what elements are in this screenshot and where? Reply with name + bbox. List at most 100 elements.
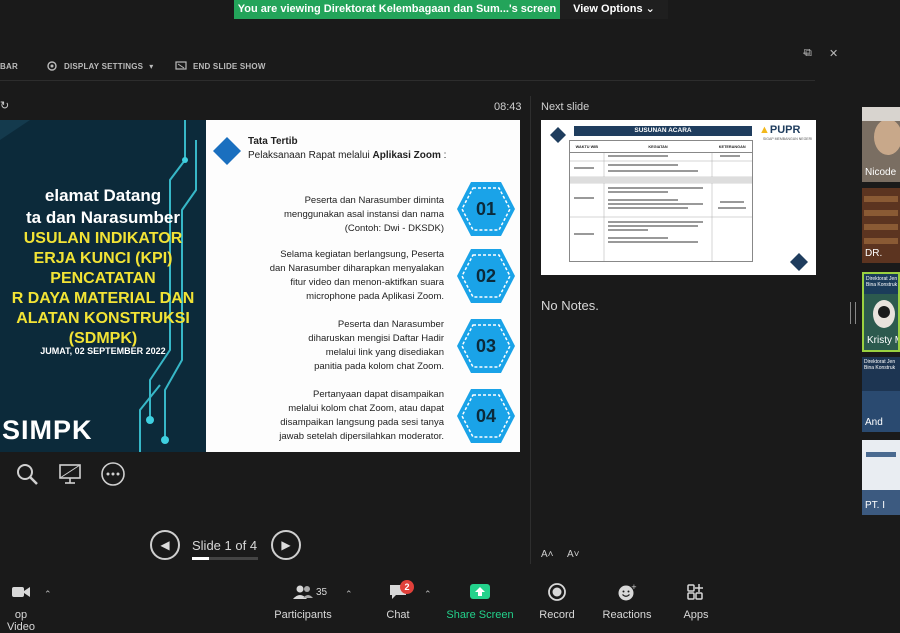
toolbar-bar-label: BAR — [0, 61, 18, 71]
rule-line: diharuskan mengisi Daftar Hadir — [308, 333, 444, 344]
reactions-icon: + — [618, 583, 637, 601]
rule-line: melalui link yang disediakan — [325, 347, 444, 358]
rule-line: disampaikan langsung pada sesi tanya — [280, 417, 444, 428]
participant-thumb-active[interactable]: Direktorat Jen Bina Konstruk Kristy M — [862, 272, 900, 352]
refresh-icon[interactable]: ↻ — [0, 99, 9, 112]
black-screen-icon[interactable] — [58, 462, 82, 486]
view-options-button[interactable]: View Options ⌄ — [560, 0, 668, 19]
more-options-icon[interactable] — [101, 462, 125, 486]
apps-label: Apps — [683, 609, 709, 621]
participant-name: And — [865, 417, 883, 428]
video-camera-icon — [12, 587, 30, 597]
participant-thumb[interactable]: Direktorat Jen Bina Konstruk And — [862, 357, 900, 432]
rule-line: Selama kegiatan berlangsung, Peserta — [280, 249, 444, 260]
previous-slide-button[interactable]: ◀ — [150, 530, 180, 560]
display-settings-label: DISPLAY SETTINGS — [64, 61, 144, 71]
share-screen-icon — [470, 584, 490, 599]
participant-thumb[interactable]: DR. — [862, 188, 900, 263]
zoom-search-icon[interactable] — [15, 462, 39, 486]
rule-number: 04 — [475, 406, 497, 426]
slide-topic-line: R DAYA MATERIAL DAN — [11, 290, 195, 307]
current-slide: elamat Datang ta dan Narasumber USULAN I… — [0, 120, 520, 452]
rule-text-4: Pertanyaan dapat disampaikan melalui kol… — [214, 388, 444, 444]
rule-text-2: Selama kegiatan berlangsung, Peserta dan… — [214, 248, 444, 304]
end-slide-show-button[interactable]: END SLIDE SHOW — [175, 58, 266, 74]
caret-down-icon: ▾ — [149, 61, 154, 71]
view-options-label: View Options — [573, 3, 643, 15]
rule-line: jawab setelah dipersilahkan moderator. — [279, 431, 444, 442]
chat-unread-badge: 2 — [400, 580, 414, 594]
rule-line: Peserta dan Narasumber diminta — [304, 195, 444, 206]
svg-text:+: + — [631, 583, 637, 591]
speaker-notes: No Notes. — [541, 298, 599, 313]
slide-topic-line: ERJA KUNCI (KPI) — [33, 250, 173, 267]
slide-greeting-2: ta dan Narasumber — [26, 208, 180, 227]
reactions-label: Reactions — [602, 609, 652, 621]
stop-video-label: op Video — [7, 609, 35, 633]
participant-name: Kristy M — [867, 335, 900, 346]
share-screen-label: Share Screen — [446, 609, 514, 621]
slide-greeting-1: elamat Datang — [44, 186, 162, 205]
rule-line: fitur video dan menon-aktifkan suara — [290, 277, 444, 288]
stop-video-button[interactable]: op Video — [0, 583, 42, 633]
next-slide-button[interactable]: ▶ — [271, 530, 301, 560]
apps-button[interactable]: Apps — [678, 583, 714, 621]
participant-slide-text: Direktorat Jen Bina Konstruk — [866, 276, 897, 288]
rule-line: Peserta dan Narasumber — [337, 319, 444, 330]
toolbar-bar-item[interactable]: BAR — [0, 58, 18, 74]
pupr-tagline: SIGAP MEMBANGUN NEGERI — [763, 137, 813, 141]
participants-options-caret[interactable]: ⌃ — [345, 589, 353, 600]
chat-options-caret[interactable]: ⌃ — [424, 589, 432, 600]
slide-indicator: Slide 1 of 4 — [192, 538, 258, 553]
chat-label: Chat — [386, 609, 410, 621]
pupr-logo: ▲PUPR — [759, 124, 800, 136]
slide-right-panel: Tata Tertib Pelaksanaan Rapat melalui Ap… — [206, 120, 520, 452]
right-arrow-icon: ▶ — [281, 538, 291, 552]
agenda-table: WAKTU WIB KEGIATAN KETERANGAN — [569, 140, 753, 262]
next-slide-preview[interactable]: SUSUNAN ACARA ▲PUPR SIGAP MEMBANGUN NEGE… — [541, 120, 816, 275]
rule-text-1: Peserta dan Narasumber diminta menggunak… — [214, 194, 444, 236]
slide-progress-fill — [192, 557, 209, 560]
close-icon[interactable]: ✕ — [829, 47, 838, 60]
agenda-rows — [570, 153, 752, 261]
rules-title: Tata Tertib — [248, 136, 298, 147]
decrease-font-button[interactable]: A˅ — [567, 549, 580, 560]
participant-slide-line: Bina Konstruk — [866, 282, 898, 288]
rule-line: panitia pada kolom chat Zoom. — [314, 361, 444, 372]
rule-badge-2: 02 — [456, 247, 516, 305]
panel-resize-handle[interactable] — [850, 302, 856, 324]
agenda-col: KEGIATAN — [648, 144, 668, 149]
end-slide-show-label: END SLIDE SHOW — [193, 61, 266, 71]
share-screen-button[interactable]: Share Screen — [445, 583, 515, 621]
display-settings-button[interactable]: DISPLAY SETTINGS ▾ — [46, 58, 153, 74]
increase-font-button[interactable]: A˄ — [541, 549, 554, 560]
video-options-caret[interactable]: ⌃ — [44, 589, 52, 600]
agenda-table-header: WAKTU WIB KEGIATAN KETERANGAN — [570, 141, 752, 153]
rule-line: dan Narasumber diharapkan menyalakan — [269, 263, 444, 274]
participants-count: 35 — [316, 587, 328, 598]
participants-icon — [293, 585, 313, 599]
agenda-col: KETERANGAN — [718, 144, 746, 149]
corner-diamond-icon — [550, 127, 566, 143]
rules-subtitle-bold: Aplikasi Zoom — [372, 150, 441, 161]
rule-line: (Contoh: Dwi - DKSDK) — [344, 223, 444, 234]
participant-thumb[interactable]: PT. I — [862, 440, 900, 515]
restore-icon[interactable]: ⧉ — [804, 47, 812, 60]
rule-number: 01 — [475, 199, 497, 219]
rules-subtitle-plain: Pelaksanaan Rapat melalui — [248, 150, 373, 161]
participant-thumb[interactable]: Nicode — [862, 107, 900, 182]
pupr-logo-mark: ▲ — [759, 124, 770, 136]
rule-badge-1: 01 — [456, 180, 516, 238]
rule-line: melalui kolom chat Zoom, atau dapat — [288, 403, 444, 414]
panel-divider — [530, 96, 531, 564]
record-icon — [548, 583, 566, 601]
pupr-logo-text: PUPR — [769, 124, 801, 136]
reactions-button[interactable]: + Reactions — [598, 583, 656, 621]
rule-badge-3: 03 — [456, 317, 516, 375]
rule-line: menggunakan asal instansi dan nama — [283, 209, 444, 220]
participants-label: Participants — [274, 609, 332, 621]
diamond-icon — [213, 137, 241, 165]
agenda-title: SUSUNAN ACARA — [574, 126, 752, 136]
record-button[interactable]: Record — [534, 583, 580, 621]
rule-number: 03 — [475, 336, 497, 356]
